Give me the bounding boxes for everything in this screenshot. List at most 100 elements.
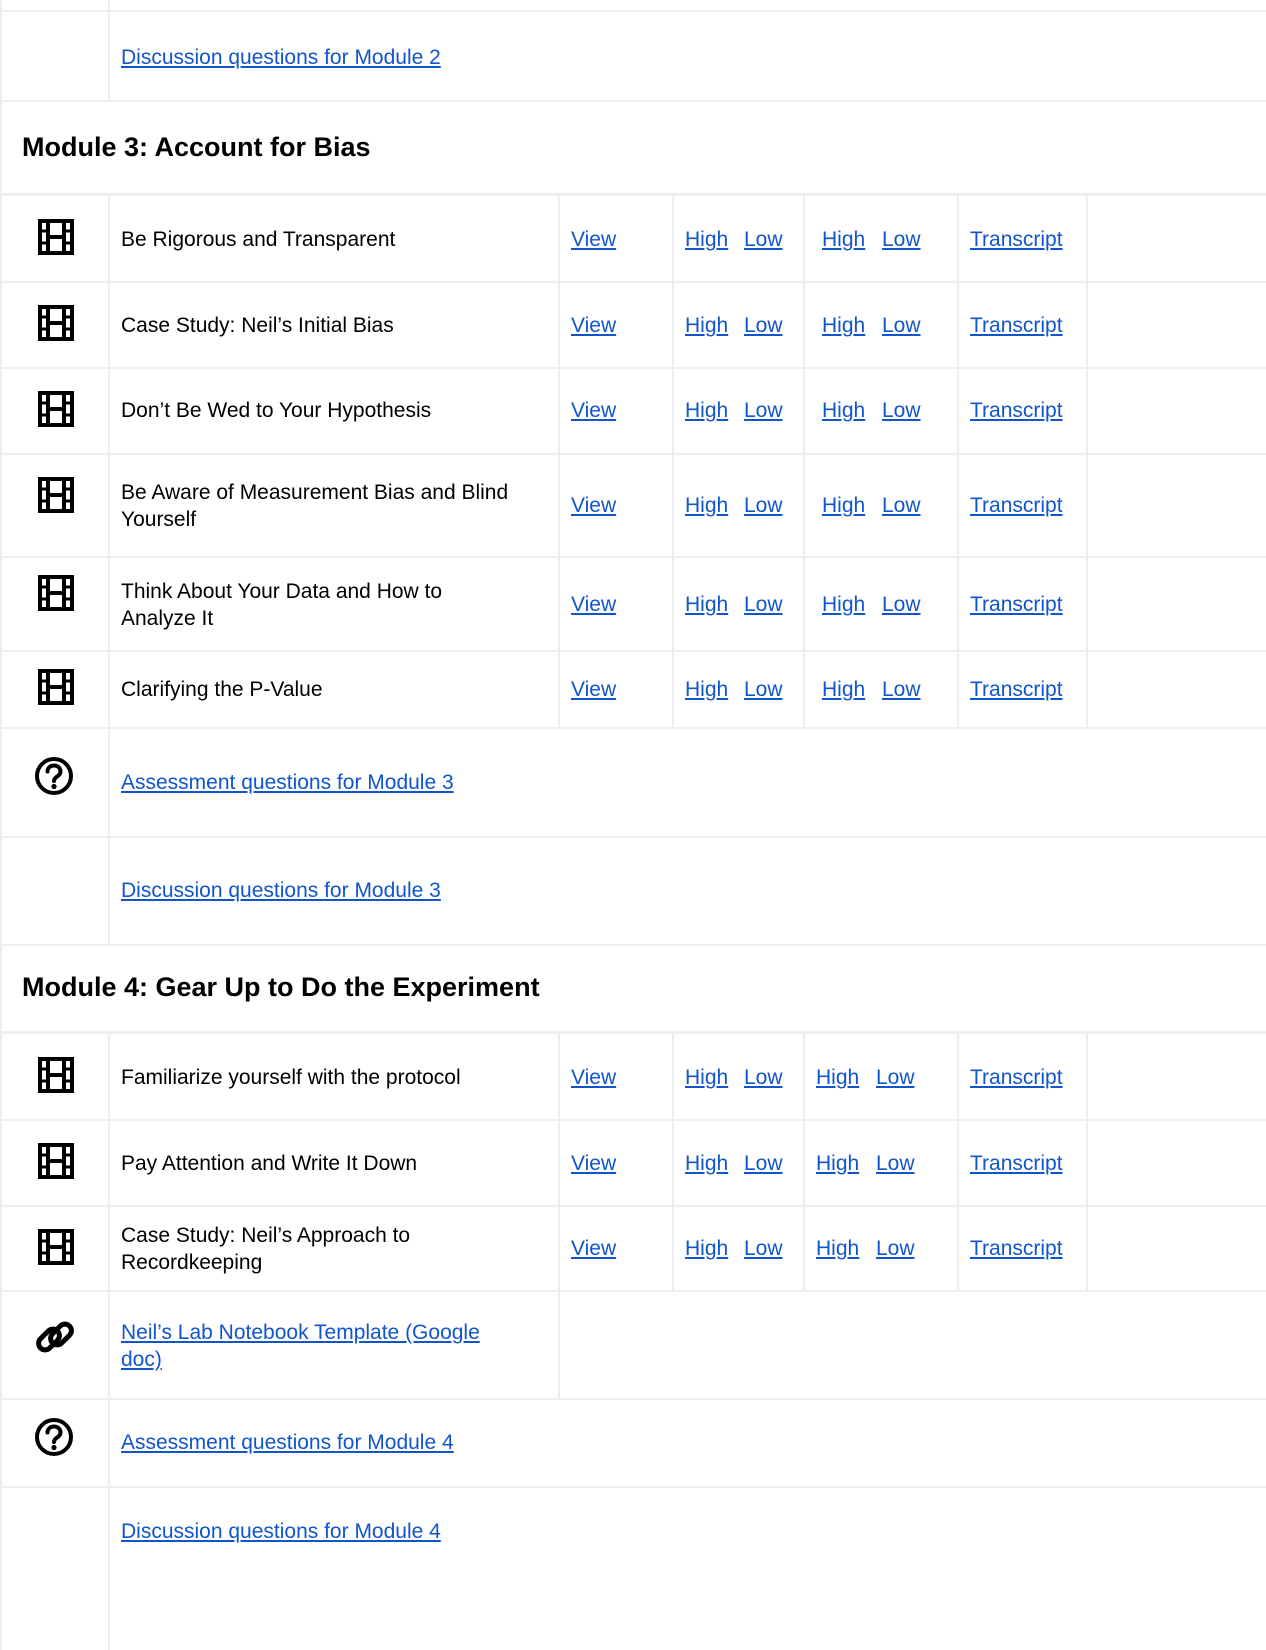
transcript-link[interactable]: Transcript — [970, 591, 1063, 619]
video-title-line-1: Think About Your Data and How to — [121, 580, 443, 603]
low-link[interactable]: Low — [744, 591, 783, 619]
high-link[interactable]: High — [685, 492, 728, 520]
high-link[interactable]: High — [822, 676, 865, 704]
low-link[interactable]: Low — [882, 226, 921, 254]
video-title-line-1: Case Study: Neil’s Approach to — [121, 1224, 411, 1247]
low-link[interactable]: Low — [744, 1064, 783, 1092]
row-border — [0, 556, 1266, 558]
transcript-link[interactable]: Transcript — [970, 1235, 1063, 1263]
column-border — [803, 196, 805, 728]
high-link[interactable]: High — [822, 312, 865, 340]
high-link[interactable]: High — [685, 676, 728, 704]
row-border — [0, 836, 1266, 838]
transcript-link[interactable]: Transcript — [970, 312, 1063, 340]
high-link[interactable]: High — [685, 1235, 728, 1263]
row-border — [0, 1486, 1266, 1488]
module-3-heading: Module 3: Account for Bias — [22, 132, 371, 162]
view-link[interactable]: View — [571, 312, 616, 340]
assessment-link-module-4[interactable]: Assessment questions for Module 4 — [121, 1429, 454, 1457]
low-link[interactable]: Low — [744, 1235, 783, 1263]
column-border — [108, 1034, 110, 1650]
film-icon — [38, 219, 74, 255]
notebook-template-link-line-1[interactable]: Neil’s Lab Notebook Template (Google — [121, 1319, 480, 1347]
low-link[interactable]: Low — [744, 226, 783, 254]
view-link[interactable]: View — [571, 676, 616, 704]
video-title-line-2: Recordkeeping — [121, 1251, 263, 1274]
question-circle-icon — [35, 757, 73, 795]
section-border — [0, 1031, 1266, 1034]
column-border — [803, 1034, 805, 1291]
discussion-link-module-2[interactable]: Discussion questions for Module 2 — [121, 44, 441, 72]
film-icon — [38, 1057, 74, 1093]
row-border — [0, 10, 1266, 12]
low-link[interactable]: Low — [744, 1150, 783, 1178]
view-link[interactable]: View — [571, 591, 616, 619]
row-border — [0, 1119, 1266, 1121]
low-link[interactable]: Low — [882, 397, 921, 425]
video-title-line-1: Be Aware of Measurement Bias and Blind — [121, 481, 509, 504]
film-icon — [38, 391, 74, 427]
low-link[interactable]: Low — [876, 1064, 915, 1092]
assessment-link-module-3[interactable]: Assessment questions for Module 3 — [121, 769, 454, 797]
view-link[interactable]: View — [571, 492, 616, 520]
module-4-heading: Module 4: Gear Up to Do the Experiment — [22, 972, 540, 1002]
video-title-line-2: Yourself — [121, 508, 197, 531]
low-link[interactable]: Low — [882, 676, 921, 704]
transcript-link[interactable]: Transcript — [970, 226, 1063, 254]
notebook-template-link-line-2[interactable]: doc) — [121, 1346, 162, 1374]
high-link[interactable]: High — [822, 492, 865, 520]
transcript-link[interactable]: Transcript — [970, 1064, 1063, 1092]
transcript-link[interactable]: Transcript — [970, 1150, 1063, 1178]
row-border — [0, 727, 1266, 729]
transcript-link[interactable]: Transcript — [970, 676, 1063, 704]
low-link[interactable]: Low — [882, 312, 921, 340]
column-border — [672, 1034, 674, 1291]
column-border — [1086, 1034, 1088, 1291]
question-circle-icon — [35, 1418, 73, 1456]
transcript-link[interactable]: Transcript — [970, 397, 1063, 425]
low-link[interactable]: Low — [744, 397, 783, 425]
video-title: Familiarize yourself with the protocol — [121, 1066, 461, 1089]
discussion-link-module-3[interactable]: Discussion questions for Module 3 — [121, 877, 441, 905]
view-link[interactable]: View — [571, 1150, 616, 1178]
high-link[interactable]: High — [816, 1235, 859, 1263]
video-title: Be Rigorous and Transparent — [121, 228, 396, 251]
view-link[interactable]: View — [571, 397, 616, 425]
video-title: Don’t Be Wed to Your Hypothesis — [121, 399, 432, 422]
film-icon — [38, 1229, 74, 1265]
view-link[interactable]: View — [571, 1064, 616, 1092]
row-border — [0, 367, 1266, 369]
high-link[interactable]: High — [685, 312, 728, 340]
high-link[interactable]: High — [822, 397, 865, 425]
column-border — [558, 1034, 560, 1399]
high-link[interactable]: High — [685, 591, 728, 619]
high-link[interactable]: High — [685, 226, 728, 254]
high-link[interactable]: High — [816, 1064, 859, 1092]
high-link[interactable]: High — [685, 1150, 728, 1178]
transcript-link[interactable]: Transcript — [970, 492, 1063, 520]
link-icon — [34, 1316, 76, 1358]
discussion-link-module-4[interactable]: Discussion questions for Module 4 — [121, 1518, 441, 1546]
low-link[interactable]: Low — [744, 312, 783, 340]
high-link[interactable]: High — [685, 397, 728, 425]
view-link[interactable]: View — [571, 1235, 616, 1263]
film-icon — [38, 477, 74, 513]
row-border — [0, 1398, 1266, 1400]
low-link[interactable]: Low — [744, 492, 783, 520]
high-link[interactable]: High — [816, 1150, 859, 1178]
high-link[interactable]: High — [822, 591, 865, 619]
low-link[interactable]: Low — [876, 1150, 915, 1178]
low-link[interactable]: Low — [882, 492, 921, 520]
low-link[interactable]: Low — [744, 676, 783, 704]
view-link[interactable]: View — [571, 226, 616, 254]
low-link[interactable]: Low — [882, 591, 921, 619]
video-title: Clarifying the P-Value — [121, 678, 323, 701]
high-link[interactable]: High — [822, 226, 865, 254]
film-icon — [38, 305, 74, 341]
column-border — [1086, 196, 1088, 728]
high-link[interactable]: High — [685, 1064, 728, 1092]
film-icon — [38, 575, 74, 611]
low-link[interactable]: Low — [876, 1235, 915, 1263]
video-title: Pay Attention and Write It Down — [121, 1152, 418, 1175]
row-border — [0, 944, 1266, 946]
